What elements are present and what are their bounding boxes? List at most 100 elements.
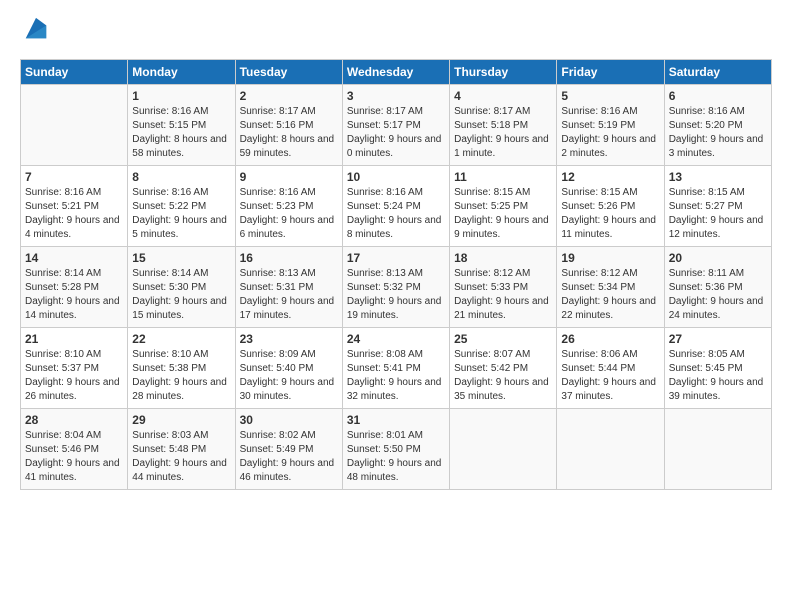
calendar-cell: 9 Sunrise: 8:16 AMSunset: 5:23 PMDaylight… <box>235 165 342 246</box>
calendar-cell <box>557 408 664 489</box>
day-number: 11 <box>454 170 552 184</box>
day-header-monday: Monday <box>128 59 235 84</box>
cell-info: Sunrise: 8:09 AMSunset: 5:40 PMDaylight:… <box>240 348 338 404</box>
cell-info: Sunrise: 8:16 AMSunset: 5:24 PMDaylight:… <box>347 186 445 242</box>
day-header-sunday: Sunday <box>21 59 128 84</box>
calendar-cell: 14Sunrise: 8:14 AMSunset: 5:28 PMDayligh… <box>21 246 128 327</box>
day-number: 28 <box>25 413 123 427</box>
calendar-cell: 28 Sunrise: 8:04 AMSunset: 5:46 PMDayligh… <box>21 408 128 489</box>
calendar-cell: 26Sunrise: 8:06 AMSunset: 5:44 PMDayligh… <box>557 327 664 408</box>
day-number: 24 <box>347 332 445 346</box>
cell-info: Sunrise: 8:15 AMSunset: 5:26 PMDaylight:… <box>561 186 659 242</box>
calendar-cell: 29 Sunrise: 8:03 AMSunset: 5:48 PMDayligh… <box>128 408 235 489</box>
cell-info: Sunrise: 8:15 AMSunset: 5:25 PMDaylight:… <box>454 186 552 242</box>
cell-info: Sunrise: 8:13 AMSunset: 5:32 PMDaylight:… <box>347 267 445 323</box>
cell-info: Sunrise: 8:16 AMSunset: 5:23 PMDaylight:… <box>240 186 338 242</box>
day-header-thursday: Thursday <box>450 59 557 84</box>
calendar-cell: 5Sunrise: 8:16 AMSunset: 5:19 PMDaylight… <box>557 84 664 165</box>
cell-info: Sunrise: 8:15 AMSunset: 5:27 PMDaylight:… <box>669 186 767 242</box>
cell-info: Sunrise: 8:12 AMSunset: 5:34 PMDaylight:… <box>561 267 659 323</box>
calendar-cell: 11 Sunrise: 8:15 AMSunset: 5:25 PMDayligh… <box>450 165 557 246</box>
day-header-friday: Friday <box>557 59 664 84</box>
calendar-cell <box>664 408 771 489</box>
calendar-cell: 17 Sunrise: 8:13 AMSunset: 5:32 PMDayligh… <box>342 246 449 327</box>
calendar-cell: 7Sunrise: 8:16 AMSunset: 5:21 PMDaylight… <box>21 165 128 246</box>
calendar-cell: 30Sunrise: 8:02 AMSunset: 5:49 PMDayligh… <box>235 408 342 489</box>
calendar-cell: 8 Sunrise: 8:16 AMSunset: 5:22 PMDaylight… <box>128 165 235 246</box>
day-number: 26 <box>561 332 659 346</box>
day-number: 31 <box>347 413 445 427</box>
day-number: 22 <box>132 332 230 346</box>
cell-info: Sunrise: 8:17 AMSunset: 5:16 PMDaylight:… <box>240 105 338 161</box>
cell-info: Sunrise: 8:04 AMSunset: 5:46 PMDaylight:… <box>25 429 123 485</box>
calendar-cell: 3Sunrise: 8:17 AMSunset: 5:17 PMDaylight… <box>342 84 449 165</box>
cell-info: Sunrise: 8:16 AMSunset: 5:21 PMDaylight:… <box>25 186 123 242</box>
cell-info: Sunrise: 8:16 AMSunset: 5:15 PMDaylight:… <box>132 105 230 161</box>
cell-info: Sunrise: 8:16 AMSunset: 5:22 PMDaylight:… <box>132 186 230 242</box>
week-row-5: 28 Sunrise: 8:04 AMSunset: 5:46 PMDayligh… <box>21 408 772 489</box>
cell-info: Sunrise: 8:10 AMSunset: 5:37 PMDaylight:… <box>25 348 123 404</box>
cell-info: Sunrise: 8:01 AMSunset: 5:50 PMDaylight:… <box>347 429 445 485</box>
day-header-tuesday: Tuesday <box>235 59 342 84</box>
calendar-cell: 22 Sunrise: 8:10 AMSunset: 5:38 PMDayligh… <box>128 327 235 408</box>
week-row-4: 21 Sunrise: 8:10 AMSunset: 5:37 PMDayligh… <box>21 327 772 408</box>
cell-info: Sunrise: 8:10 AMSunset: 5:38 PMDaylight:… <box>132 348 230 404</box>
day-number: 2 <box>240 89 338 103</box>
calendar-cell: 1 Sunrise: 8:16 AMSunset: 5:15 PMDaylight… <box>128 84 235 165</box>
cell-info: Sunrise: 8:12 AMSunset: 5:33 PMDaylight:… <box>454 267 552 323</box>
calendar-cell: 25 Sunrise: 8:07 AMSunset: 5:42 PMDayligh… <box>450 327 557 408</box>
cell-info: Sunrise: 8:11 AMSunset: 5:36 PMDaylight:… <box>669 267 767 323</box>
day-number: 20 <box>669 251 767 265</box>
day-header-wednesday: Wednesday <box>342 59 449 84</box>
day-number: 6 <box>669 89 767 103</box>
day-number: 27 <box>669 332 767 346</box>
day-number: 29 <box>132 413 230 427</box>
day-number: 25 <box>454 332 552 346</box>
day-number: 23 <box>240 332 338 346</box>
calendar-cell: 2 Sunrise: 8:17 AMSunset: 5:16 PMDaylight… <box>235 84 342 165</box>
calendar-cell: 20 Sunrise: 8:11 AMSunset: 5:36 PMDayligh… <box>664 246 771 327</box>
calendar-cell <box>21 84 128 165</box>
day-header-saturday: Saturday <box>664 59 771 84</box>
logo-icon <box>22 16 50 44</box>
cell-info: Sunrise: 8:13 AMSunset: 5:31 PMDaylight:… <box>240 267 338 323</box>
day-number: 21 <box>25 332 123 346</box>
day-number: 1 <box>132 89 230 103</box>
day-number: 17 <box>347 251 445 265</box>
week-row-1: 1 Sunrise: 8:16 AMSunset: 5:15 PMDaylight… <box>21 84 772 165</box>
logo <box>20 16 50 49</box>
cell-info: Sunrise: 8:05 AMSunset: 5:45 PMDaylight:… <box>669 348 767 404</box>
calendar-cell: 12 Sunrise: 8:15 AMSunset: 5:26 PMDayligh… <box>557 165 664 246</box>
day-number: 10 <box>347 170 445 184</box>
day-number: 13 <box>669 170 767 184</box>
cell-info: Sunrise: 8:14 AMSunset: 5:30 PMDaylight:… <box>132 267 230 323</box>
calendar-cell: 31 Sunrise: 8:01 AMSunset: 5:50 PMDayligh… <box>342 408 449 489</box>
page-container: SundayMondayTuesdayWednesdayThursdayFrid… <box>0 0 792 500</box>
page-header <box>20 16 772 49</box>
day-number: 15 <box>132 251 230 265</box>
day-number: 9 <box>240 170 338 184</box>
day-number: 18 <box>454 251 552 265</box>
cell-info: Sunrise: 8:17 AMSunset: 5:17 PMDaylight:… <box>347 105 445 161</box>
day-number: 12 <box>561 170 659 184</box>
day-number: 19 <box>561 251 659 265</box>
calendar-cell: 21 Sunrise: 8:10 AMSunset: 5:37 PMDayligh… <box>21 327 128 408</box>
cell-info: Sunrise: 8:16 AMSunset: 5:20 PMDaylight:… <box>669 105 767 161</box>
day-number: 4 <box>454 89 552 103</box>
calendar-cell: 23 Sunrise: 8:09 AMSunset: 5:40 PMDayligh… <box>235 327 342 408</box>
calendar-cell: 15 Sunrise: 8:14 AMSunset: 5:30 PMDayligh… <box>128 246 235 327</box>
cell-info: Sunrise: 8:17 AMSunset: 5:18 PMDaylight:… <box>454 105 552 161</box>
day-number: 16 <box>240 251 338 265</box>
calendar-cell: 18 Sunrise: 8:12 AMSunset: 5:33 PMDayligh… <box>450 246 557 327</box>
cell-info: Sunrise: 8:07 AMSunset: 5:42 PMDaylight:… <box>454 348 552 404</box>
calendar-body: 1 Sunrise: 8:16 AMSunset: 5:15 PMDaylight… <box>21 84 772 489</box>
day-number: 8 <box>132 170 230 184</box>
cell-info: Sunrise: 8:03 AMSunset: 5:48 PMDaylight:… <box>132 429 230 485</box>
calendar-cell: 4 Sunrise: 8:17 AMSunset: 5:18 PMDaylight… <box>450 84 557 165</box>
calendar-cell: 24 Sunrise: 8:08 AMSunset: 5:41 PMDayligh… <box>342 327 449 408</box>
calendar-cell: 6 Sunrise: 8:16 AMSunset: 5:20 PMDaylight… <box>664 84 771 165</box>
day-number: 5 <box>561 89 659 103</box>
cell-info: Sunrise: 8:08 AMSunset: 5:41 PMDaylight:… <box>347 348 445 404</box>
calendar-cell: 13 Sunrise: 8:15 AMSunset: 5:27 PMDayligh… <box>664 165 771 246</box>
calendar-cell: 16 Sunrise: 8:13 AMSunset: 5:31 PMDayligh… <box>235 246 342 327</box>
